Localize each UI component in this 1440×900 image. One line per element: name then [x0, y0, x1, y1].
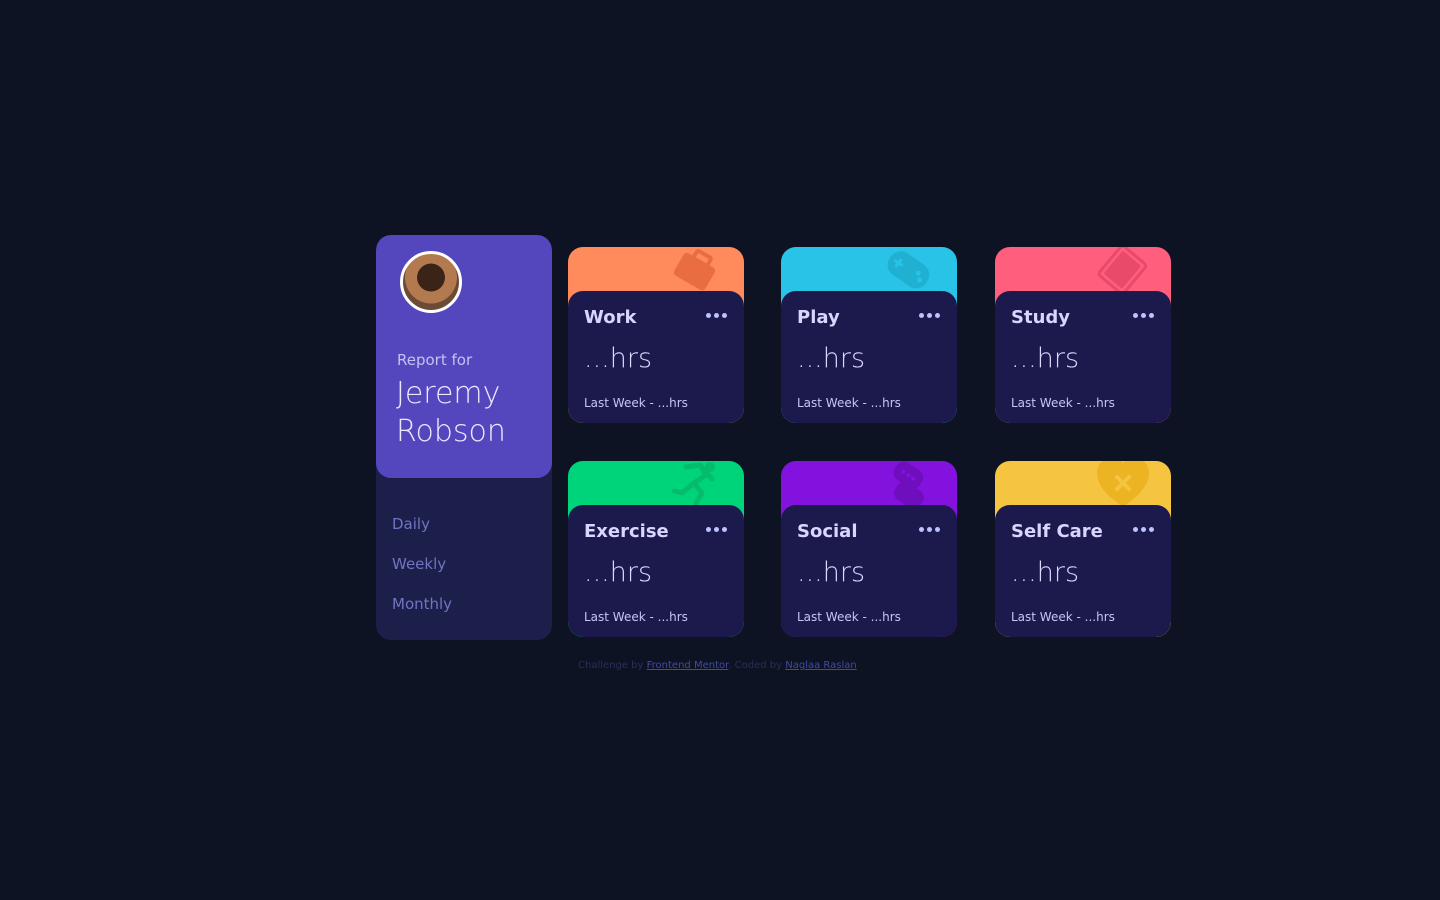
card-title: Play — [797, 307, 840, 328]
card-body: Study ...hrs Last Week - ...hrs — [995, 291, 1171, 423]
card-work[interactable]: Work ...hrs Last Week - ...hrs — [568, 247, 744, 423]
period-monthly[interactable]: Monthly — [392, 593, 452, 633]
current-hours: ...hrs — [797, 557, 866, 588]
card-self-care[interactable]: Self Care ...hrs Last Week - ...hrs — [995, 461, 1171, 637]
card-body: Exercise ...hrs Last Week - ...hrs — [568, 505, 744, 637]
ellipsis-icon[interactable] — [919, 309, 943, 321]
challenge-prefix: Challenge by — [578, 660, 644, 671]
card-body: Self Care ...hrs Last Week - ...hrs — [995, 505, 1171, 637]
ellipsis-icon[interactable] — [706, 523, 730, 535]
ellipsis-icon[interactable] — [919, 523, 943, 535]
card-title: Social — [797, 521, 858, 542]
previous-hours: Last Week - ...hrs — [584, 396, 688, 410]
tracking-dashboard: Report for Jeremy Robson Daily Weekly Mo… — [376, 235, 1171, 640]
current-hours: ...hrs — [584, 557, 653, 588]
previous-hours: Last Week - ...hrs — [797, 396, 901, 410]
card-play[interactable]: Play ...hrs Last Week - ...hrs — [781, 247, 957, 423]
ellipsis-icon[interactable] — [1133, 309, 1157, 321]
avatar — [400, 251, 462, 313]
current-hours: ...hrs — [1011, 557, 1080, 588]
period-daily[interactable]: Daily — [392, 513, 452, 553]
card-title: Self Care — [1011, 521, 1103, 542]
card-body: Work ...hrs Last Week - ...hrs — [568, 291, 744, 423]
card-body: Play ...hrs Last Week - ...hrs — [781, 291, 957, 423]
ellipsis-icon[interactable] — [706, 309, 730, 321]
current-hours: ...hrs — [584, 343, 653, 374]
card-body: Social ...hrs Last Week - ...hrs — [781, 505, 957, 637]
card-exercise[interactable]: Exercise ...hrs Last Week - ...hrs — [568, 461, 744, 637]
previous-hours: Last Week - ...hrs — [1011, 610, 1115, 624]
card-title: Work — [584, 307, 637, 328]
report-label: Report for — [397, 351, 473, 369]
coded-prefix: . Coded by — [728, 660, 783, 671]
attribution: Challenge by Frontend Mentor. Coded by N… — [578, 660, 857, 671]
period-list: Daily Weekly Monthly — [392, 513, 452, 633]
card-study[interactable]: Study ...hrs Last Week - ...hrs — [995, 247, 1171, 423]
current-hours: ...hrs — [797, 343, 866, 374]
user-name: Jeremy Robson — [396, 376, 506, 449]
card-social[interactable]: Social ...hrs Last Week - ...hrs — [781, 461, 957, 637]
profile-card: Report for Jeremy Robson Daily Weekly Mo… — [376, 235, 552, 640]
ellipsis-icon[interactable] — [1133, 523, 1157, 535]
current-hours: ...hrs — [1011, 343, 1080, 374]
frontend-mentor-link[interactable]: Frontend Mentor — [647, 660, 729, 671]
card-title: Study — [1011, 307, 1071, 328]
author-link[interactable]: Naglaa Raslan — [785, 660, 856, 671]
profile-header: Report for Jeremy Robson — [376, 235, 552, 478]
previous-hours: Last Week - ...hrs — [1011, 396, 1115, 410]
period-weekly[interactable]: Weekly — [392, 553, 452, 593]
previous-hours: Last Week - ...hrs — [584, 610, 688, 624]
previous-hours: Last Week - ...hrs — [797, 610, 901, 624]
card-title: Exercise — [584, 521, 669, 542]
